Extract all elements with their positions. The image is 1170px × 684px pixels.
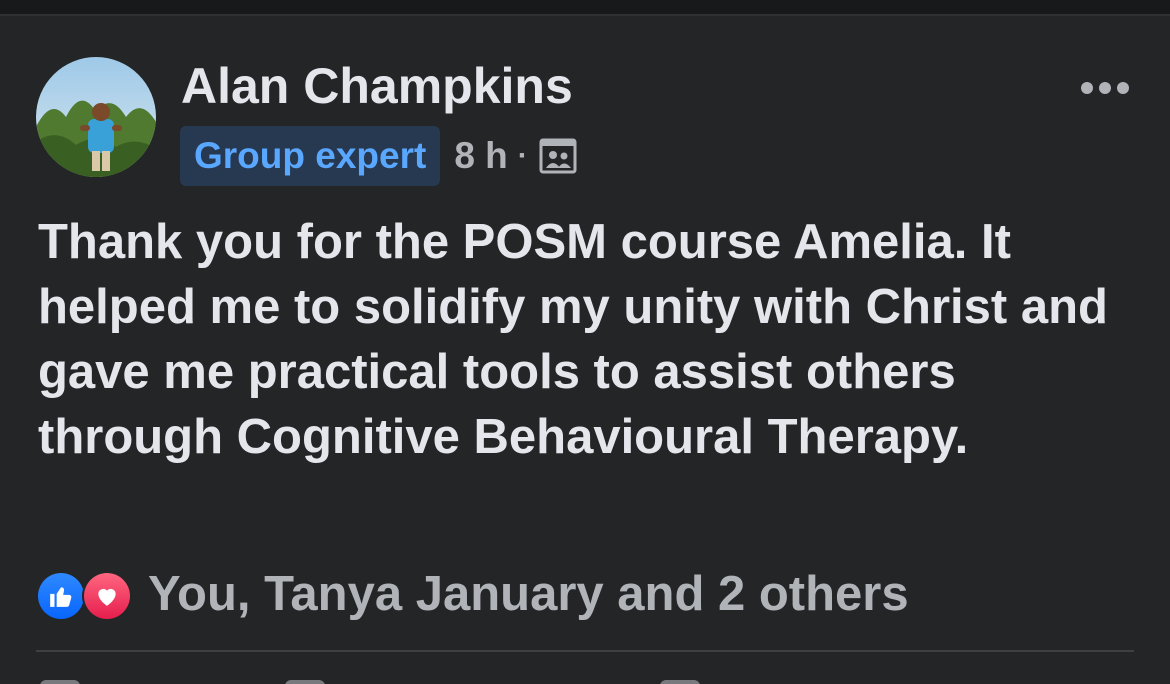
group-audience-icon [538,136,578,176]
more-options-button[interactable] [1072,70,1138,106]
top-bar [0,0,1170,16]
love-icon [82,571,132,621]
more-horizontal-icon [1081,82,1093,94]
reactions-summary[interactable]: You, Tanya January and 2 others [36,566,909,622]
group-expert-badge[interactable]: Group expert [180,126,441,186]
post-timestamp[interactable]: 8 h [454,135,507,177]
author-name[interactable]: Alan Champkins [181,56,573,116]
post-body-text: Thank you for the POSM course Amelia. It… [38,215,1108,464]
post-card: Alan Champkins Group expert 8 h · Thank … [0,0,1170,684]
meta-separator: · [517,139,528,172]
avatar[interactable] [36,57,156,177]
like-icon [36,571,86,621]
action-bar-peek [0,674,1170,684]
divider [36,650,1134,652]
reaction-icons [36,568,136,621]
post-meta: Group expert 8 h · [180,126,578,186]
reactions-text: You, Tanya January and 2 others [148,567,909,621]
